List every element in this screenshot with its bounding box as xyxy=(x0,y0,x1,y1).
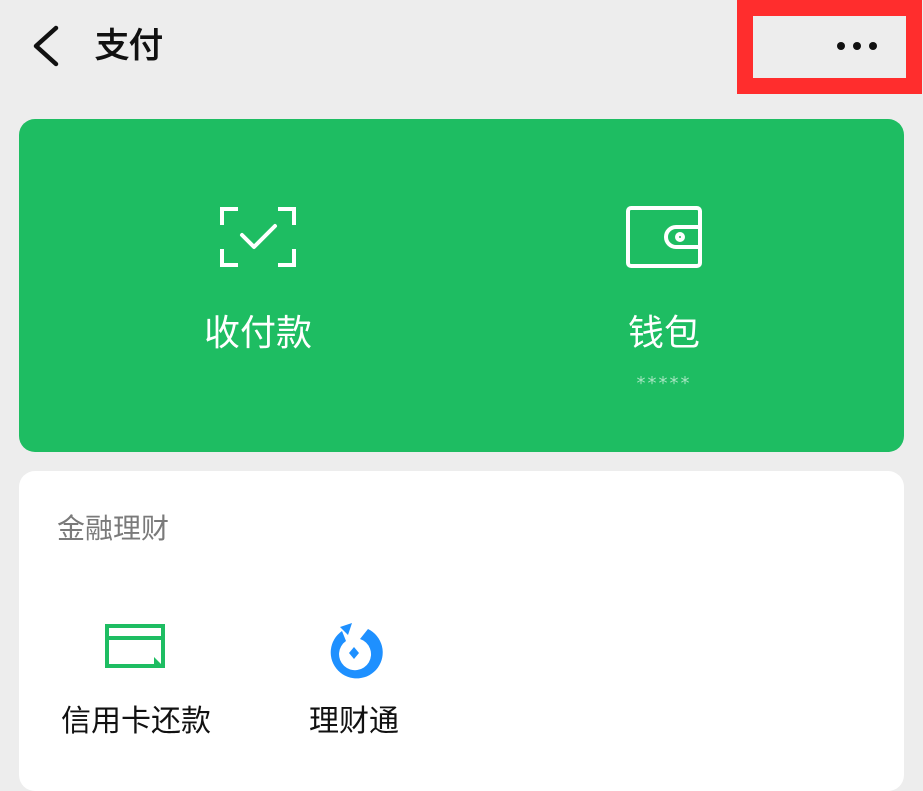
licaitong-label: 理财通 xyxy=(309,704,399,739)
wallet-label: 钱包 xyxy=(627,313,700,354)
licaitong-icon xyxy=(330,623,383,679)
section-title: 金融理财 xyxy=(57,512,170,545)
wallet-icon xyxy=(626,206,702,268)
licaitong-button[interactable]: 理财通 xyxy=(254,611,454,751)
chevron-left-icon xyxy=(33,25,59,67)
more-button[interactable] xyxy=(737,0,922,94)
page-title: 支付 xyxy=(95,26,163,66)
credit-card-repay-icon xyxy=(105,624,165,668)
back-button[interactable] xyxy=(22,18,74,74)
credit-card-repay-button[interactable]: 信用卡还款 xyxy=(36,611,236,751)
finance-section: 金融理财 信用卡还款 理财通 xyxy=(19,471,904,791)
payment-card: 收付款 钱包 ***** xyxy=(19,119,904,452)
nav-bar: 支付 xyxy=(0,0,923,96)
scan-check-icon xyxy=(220,207,296,267)
wallet-balance-masked: ***** xyxy=(636,373,692,394)
credit-card-repay-label: 信用卡还款 xyxy=(61,704,211,739)
receive-pay-button[interactable]: 收付款 xyxy=(108,119,408,452)
wallet-button[interactable]: 钱包 ***** xyxy=(514,119,814,452)
receive-pay-label: 收付款 xyxy=(203,313,312,354)
